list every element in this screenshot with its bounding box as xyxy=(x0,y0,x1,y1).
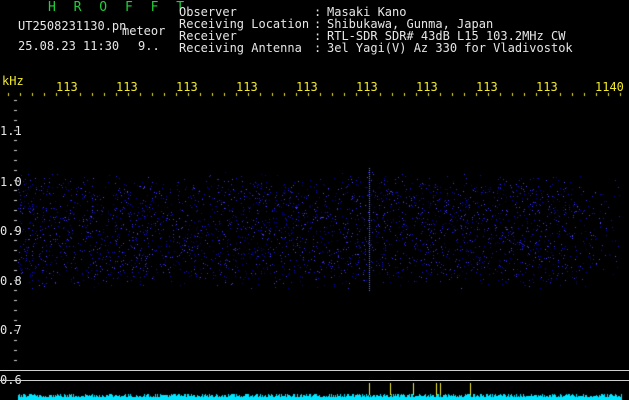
filename-label: UT2508231130.pn xyxy=(18,19,127,33)
y-tick-label: 1.1 xyxy=(0,124,22,138)
count-label: 9.. xyxy=(138,39,160,53)
info-colon: : xyxy=(314,41,322,55)
waterfall-spectrogram xyxy=(0,0,629,400)
app-title: H R O F F T xyxy=(48,0,190,15)
hrofft-window: H R O F F T UT2508231130.pn meteor 25.08… xyxy=(0,0,629,400)
plot-bottom-line xyxy=(0,370,629,371)
mode-label: meteor xyxy=(122,24,166,38)
info-value-antenna: 3el Yagi(V) Az 330 for Vladivostok xyxy=(327,41,573,55)
x-tick-label: 113 xyxy=(56,80,78,94)
y-tick-label: 0.8 xyxy=(0,274,22,288)
x-tick-label: 113 xyxy=(296,80,318,94)
x-tick-label: 113 xyxy=(356,80,378,94)
plot-bottom-line xyxy=(0,380,629,381)
x-tick-label: 113 xyxy=(176,80,198,94)
axis-unit-label: kHz xyxy=(2,74,24,88)
x-tick-label: 1140 xyxy=(595,80,624,94)
x-tick-label: 113 xyxy=(116,80,138,94)
x-tick-label: 113 xyxy=(416,80,438,94)
x-tick-label: 113 xyxy=(536,80,558,94)
y-tick-label: 0.7 xyxy=(0,323,22,337)
x-tick-label: 113 xyxy=(236,80,258,94)
x-tick-label: 113 xyxy=(476,80,498,94)
info-label-antenna: Receiving Antenna xyxy=(179,41,302,55)
y-tick-label: 0.9 xyxy=(0,224,22,238)
datetime-label: 25.08.23 11:30 xyxy=(18,39,120,53)
y-tick-label: 1.0 xyxy=(0,175,22,189)
